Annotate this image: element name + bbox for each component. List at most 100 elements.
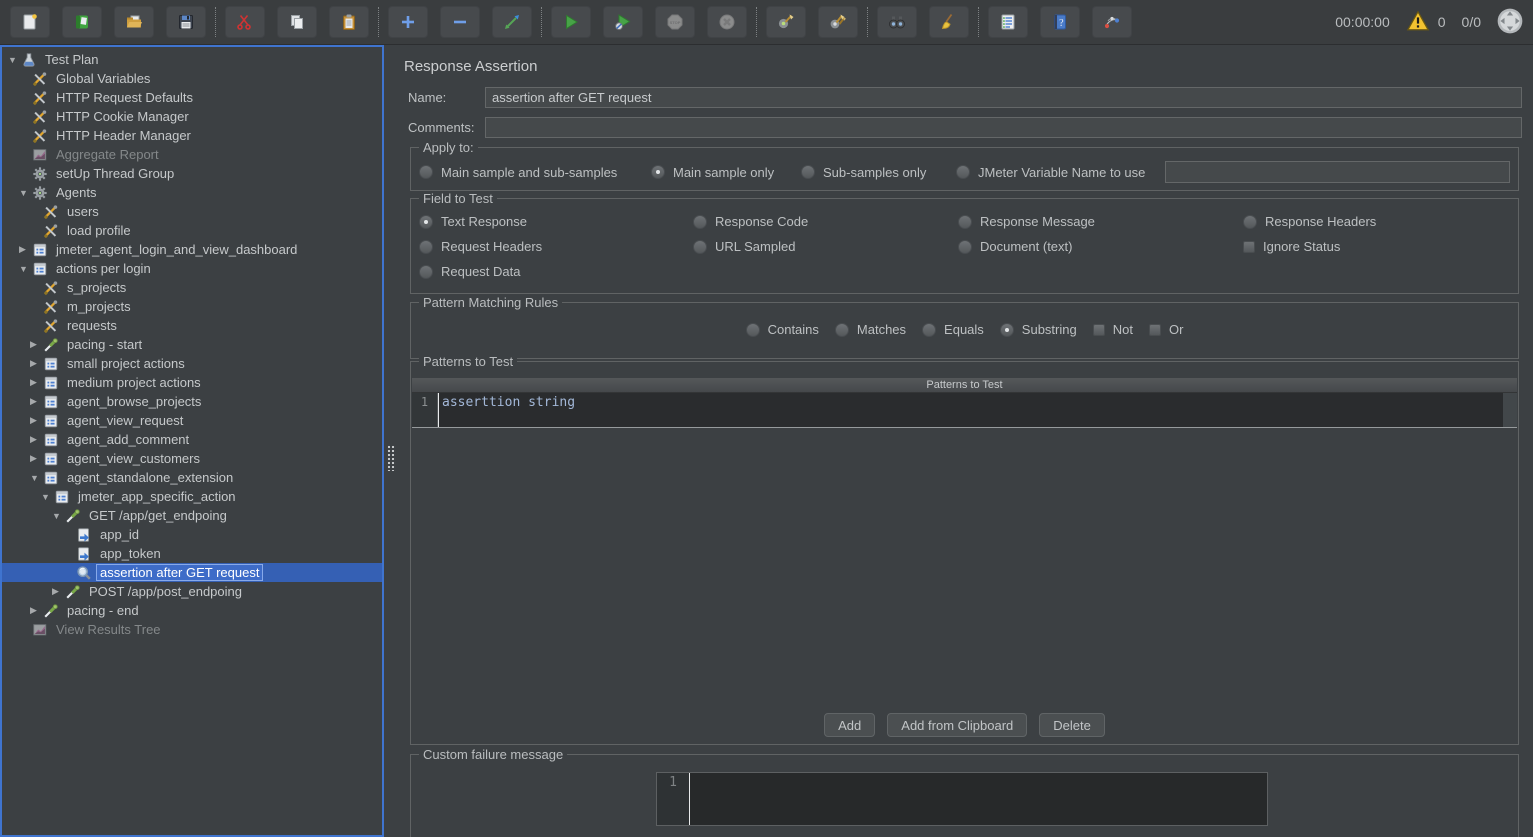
tree-item-http-request-defaults[interactable]: HTTP Request Defaults: [2, 88, 382, 107]
tree-item-actions-per-login[interactable]: ▼actions per login: [2, 259, 382, 278]
splitter-grip-icon[interactable]: [387, 445, 396, 471]
radio-sub-samples-only[interactable]: Sub-samples only: [801, 165, 956, 180]
expander-right-icon[interactable]: ▶: [30, 339, 43, 350]
expander-right-icon[interactable]: ▶: [30, 396, 43, 407]
custom-failure-text[interactable]: [689, 773, 1267, 825]
radio-circle[interactable]: [419, 215, 433, 229]
tree-item-http-header-manager[interactable]: HTTP Header Manager: [2, 126, 382, 145]
tree-item-agent-view-request[interactable]: ▶agent_view_request: [2, 411, 382, 430]
radio-equals[interactable]: Equals: [922, 322, 984, 337]
radio-main-sample-and-sub-samples[interactable]: Main sample and sub-samples: [419, 165, 651, 180]
panel-splitter[interactable]: [384, 45, 400, 837]
radio-circle[interactable]: [1243, 215, 1257, 229]
start-button[interactable]: [551, 6, 591, 38]
tree-item-agents[interactable]: ▼Agents: [2, 183, 382, 202]
radio-circle[interactable]: [746, 323, 760, 337]
tree-item-setup-thread-group[interactable]: setUp Thread Group: [2, 164, 382, 183]
radio-circle[interactable]: [651, 165, 665, 179]
tree-item-medium-project-actions[interactable]: ▶medium project actions: [2, 373, 382, 392]
radio-main-sample-only[interactable]: Main sample only: [651, 165, 801, 180]
tree-item-agent-add-comment[interactable]: ▶agent_add_comment: [2, 430, 382, 449]
radio-circle[interactable]: [419, 240, 433, 254]
radio-jmeter-variable-name-to-use[interactable]: JMeter Variable Name to use: [956, 165, 1161, 180]
tree-item-app-token[interactable]: app_token: [2, 544, 382, 563]
tree-item-get-app-get-endpoing[interactable]: ▼GET /app/get_endpoing: [2, 506, 382, 525]
radio-circle[interactable]: [835, 323, 849, 337]
radio-circle[interactable]: [956, 165, 970, 179]
jmeter-variable-name-input[interactable]: [1165, 161, 1510, 183]
radio-text-response[interactable]: Text Response: [419, 214, 693, 229]
tree-item-requests[interactable]: requests: [2, 316, 382, 335]
copy-button[interactable]: [277, 6, 317, 38]
radio-circle[interactable]: [801, 165, 815, 179]
tree-item-agent-browse-projects[interactable]: ▶agent_browse_projects: [2, 392, 382, 411]
radio-request-headers[interactable]: Request Headers: [419, 239, 693, 254]
radio-response-code[interactable]: Response Code: [693, 214, 958, 229]
links-button[interactable]: [1092, 6, 1132, 38]
tree-item-aggregate-report[interactable]: Aggregate Report: [2, 145, 382, 164]
checkbox-box[interactable]: [1243, 241, 1255, 253]
save-button[interactable]: [166, 6, 206, 38]
tree-item-app-id[interactable]: app_id: [2, 525, 382, 544]
expander-down-icon[interactable]: ▼: [30, 473, 43, 483]
comments-input[interactable]: [485, 117, 1522, 138]
name-input[interactable]: [485, 87, 1522, 108]
radio-matches[interactable]: Matches: [835, 322, 906, 337]
expander-right-icon[interactable]: ▶: [30, 434, 43, 445]
checkbox-ignore-status[interactable]: Ignore Status: [1243, 239, 1510, 254]
templates-button[interactable]: [62, 6, 102, 38]
expander-down-icon[interactable]: ▼: [8, 55, 21, 65]
expander-right-icon[interactable]: ▶: [30, 377, 43, 388]
open-file-button[interactable]: [114, 6, 154, 38]
expander-right-icon[interactable]: ▶: [30, 453, 43, 464]
add-from-clipboard-button[interactable]: Add from Clipboard: [887, 713, 1027, 737]
tree-item-pacing-end[interactable]: ▶pacing - end: [2, 601, 382, 620]
remove-button[interactable]: [440, 6, 480, 38]
radio-document-text[interactable]: Document (text): [958, 239, 1243, 254]
tree-item-view-results-tree[interactable]: View Results Tree: [2, 620, 382, 639]
tree-item-agent-standalone-extension[interactable]: ▼agent_standalone_extension: [2, 468, 382, 487]
radio-substring[interactable]: Substring: [1000, 322, 1077, 337]
add-button[interactable]: Add: [824, 713, 875, 737]
expander-right-icon[interactable]: ▶: [52, 586, 65, 597]
expander-down-icon[interactable]: ▼: [19, 188, 32, 198]
new-file-button[interactable]: [10, 6, 50, 38]
radio-circle[interactable]: [958, 215, 972, 229]
patterns-scrollbar[interactable]: [1503, 393, 1517, 427]
expander-down-icon[interactable]: ▼: [19, 264, 32, 274]
patterns-table[interactable]: Patterns to Test 1asserttion string: [412, 378, 1517, 428]
start-no-timers-button[interactable]: [603, 6, 643, 38]
tree-item-post-app-post-endpoing[interactable]: ▶POST /app/post_endpoing: [2, 582, 382, 601]
expander-right-icon[interactable]: ▶: [30, 415, 43, 426]
checkbox-box[interactable]: [1149, 324, 1161, 336]
checkbox-box[interactable]: [1093, 324, 1105, 336]
checkbox-not[interactable]: Not: [1093, 322, 1133, 337]
stop-button[interactable]: STOP: [655, 6, 695, 38]
radio-circle[interactable]: [922, 323, 936, 337]
tree-item-agent-view-customers[interactable]: ▶agent_view_customers: [2, 449, 382, 468]
expander-down-icon[interactable]: ▼: [41, 492, 54, 502]
radio-circle[interactable]: [419, 165, 433, 179]
tree-item-jmeter-agent-login-and-view-dashboard[interactable]: ▶jmeter_agent_login_and_view_dashboard: [2, 240, 382, 259]
radio-circle[interactable]: [1000, 323, 1014, 337]
custom-failure-editor[interactable]: 1: [656, 772, 1268, 826]
log-warning-indicator[interactable]: 0: [1406, 10, 1446, 34]
delete-button[interactable]: Delete: [1039, 713, 1105, 737]
radio-url-sampled[interactable]: URL Sampled: [693, 239, 958, 254]
tree-item-pacing-start[interactable]: ▶pacing - start: [2, 335, 382, 354]
expander-right-icon[interactable]: ▶: [30, 605, 43, 616]
checkbox-or[interactable]: Or: [1149, 322, 1183, 337]
add-button[interactable]: [388, 6, 428, 38]
clear-one-button[interactable]: [766, 6, 806, 38]
radio-circle[interactable]: [958, 240, 972, 254]
radio-contains[interactable]: Contains: [746, 322, 819, 337]
tree-item-global-variables[interactable]: Global Variables: [2, 69, 382, 88]
radio-circle[interactable]: [693, 240, 707, 254]
clear-all-button[interactable]: [818, 6, 858, 38]
search-button[interactable]: [877, 6, 917, 38]
paste-button[interactable]: [329, 6, 369, 38]
expander-down-icon[interactable]: ▼: [52, 511, 65, 521]
cut-button[interactable]: [225, 6, 265, 38]
tree-item-test-plan[interactable]: ▼Test Plan: [2, 50, 382, 69]
tree-item-jmeter-app-specific-action[interactable]: ▼jmeter_app_specific_action: [2, 487, 382, 506]
